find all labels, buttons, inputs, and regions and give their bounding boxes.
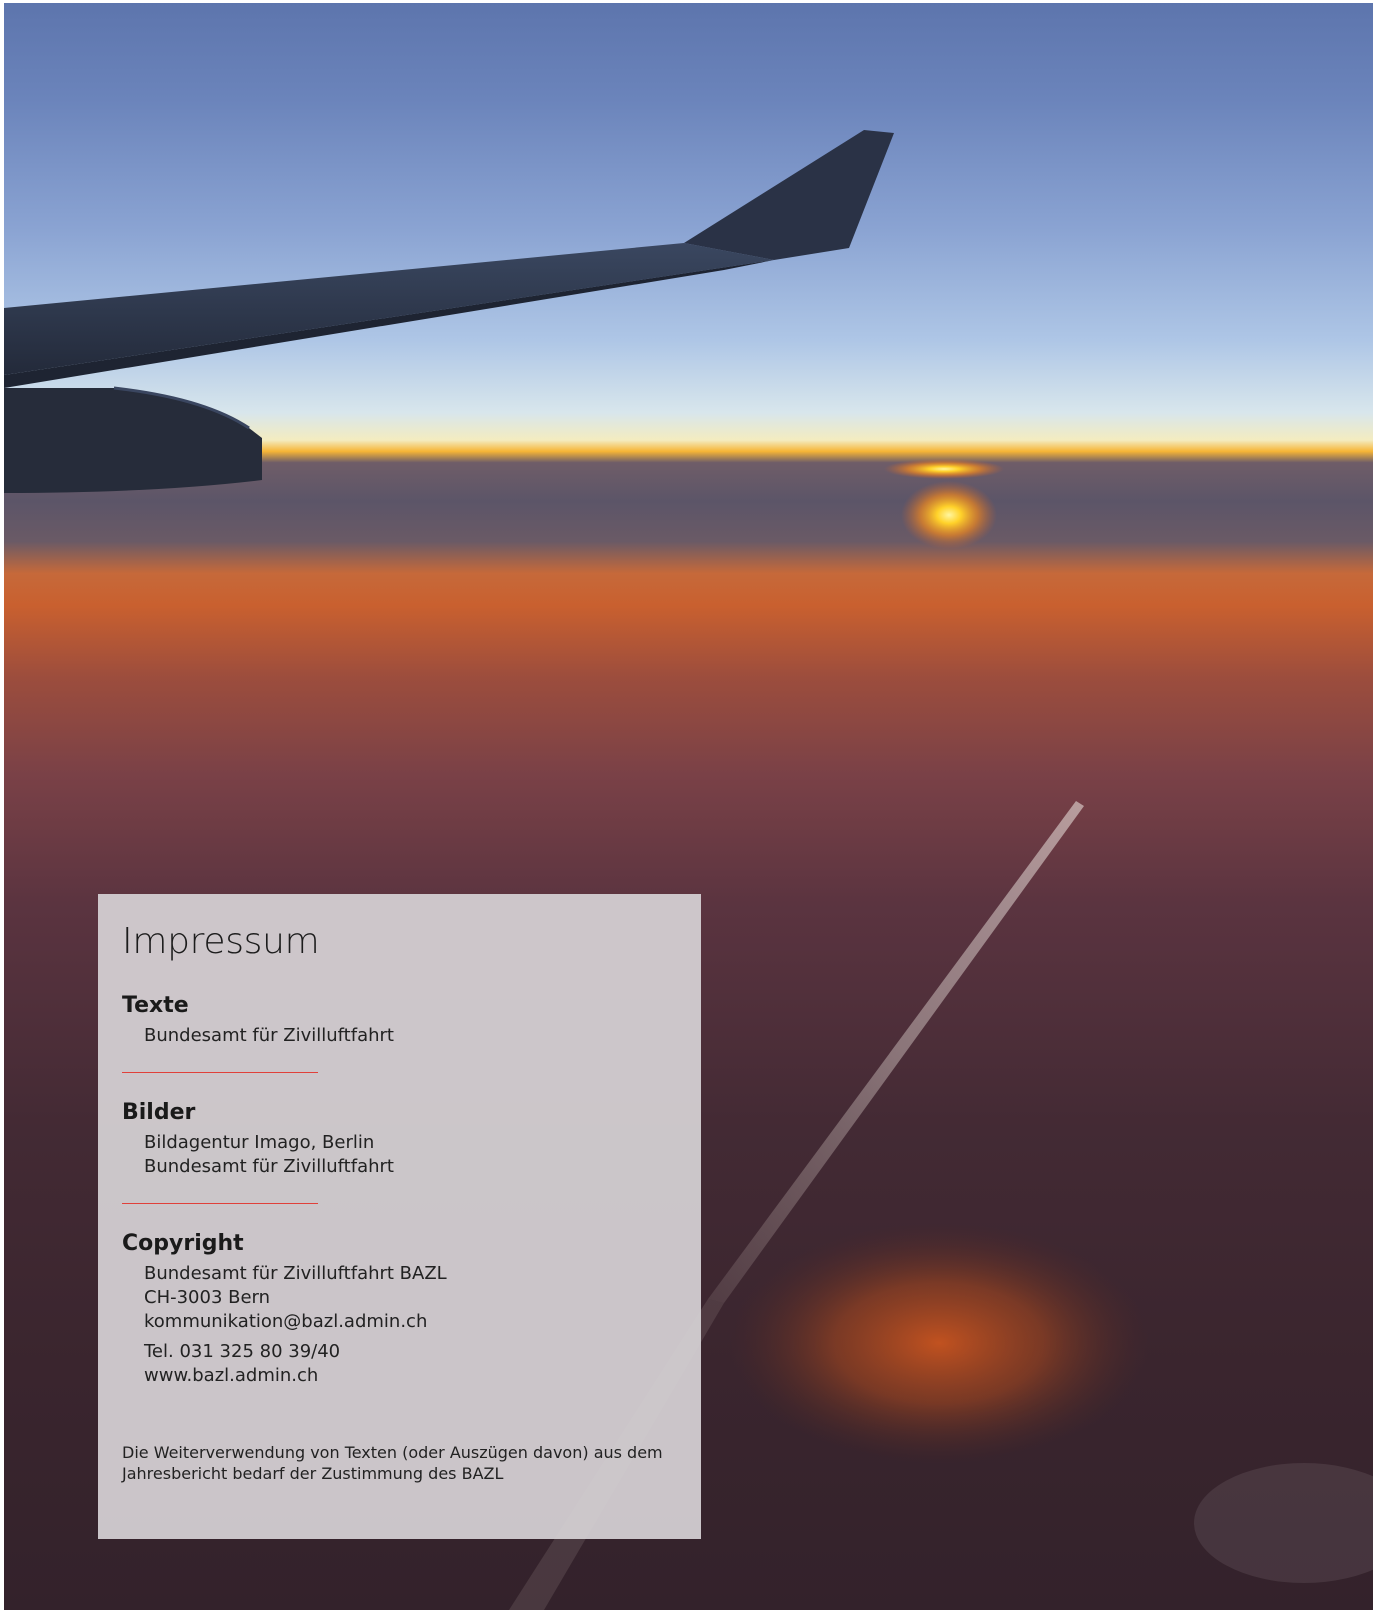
texte-line: Bundesamt für Zivilluftfahrt xyxy=(144,1025,394,1046)
copyright-line: Bundesamt für Zivilluftfahrt BAZL xyxy=(144,1263,447,1284)
bilder-lines: Bildagentur Imago, Berlin Bundesamt für … xyxy=(144,1131,677,1179)
bilder-section: Bilder Bildagentur Imago, Berlin Bundesa… xyxy=(122,1099,677,1179)
bilder-line: Bildagentur Imago, Berlin xyxy=(144,1132,375,1153)
texte-section: Texte Bundesamt für Zivilluftfahrt xyxy=(122,992,677,1048)
section-divider xyxy=(122,1072,318,1073)
report-page: Impressum Texte Bundesamt für Zivilluftf… xyxy=(0,0,1373,1610)
bilder-heading: Bilder xyxy=(122,1100,196,1125)
section-divider xyxy=(122,1203,318,1204)
copyright-section: Copyright Bundesamt für Zivilluftfahrt B… xyxy=(122,1230,677,1388)
impressum-title: Impressum xyxy=(122,921,320,962)
copyright-heading: Copyright xyxy=(122,1231,244,1256)
horizon-sun xyxy=(884,459,1004,479)
website-link[interactable]: www.bazl.admin.ch xyxy=(144,1364,677,1388)
copyright-lines: Bundesamt für Zivilluftfahrt BAZL CH-300… xyxy=(144,1262,677,1388)
impressum-panel: Impressum Texte Bundesamt für Zivilluftf… xyxy=(98,894,701,1539)
email-link[interactable]: kommunikation@bazl.admin.ch xyxy=(144,1310,677,1334)
texte-heading: Texte xyxy=(122,993,189,1018)
texte-lines: Bundesamt für Zivilluftfahrt xyxy=(144,1024,677,1048)
bilder-line: Bundesamt für Zivilluftfahrt xyxy=(144,1156,394,1177)
sun-glow-clouds xyxy=(729,1223,1149,1463)
copyright-line: CH-3003 Bern xyxy=(144,1287,271,1308)
sun-reflection xyxy=(901,481,997,549)
usage-notice: Die Weiterverwendung von Texten (oder Au… xyxy=(122,1443,663,1483)
phone-number: Tel. 031 325 80 39/40 xyxy=(144,1341,341,1362)
